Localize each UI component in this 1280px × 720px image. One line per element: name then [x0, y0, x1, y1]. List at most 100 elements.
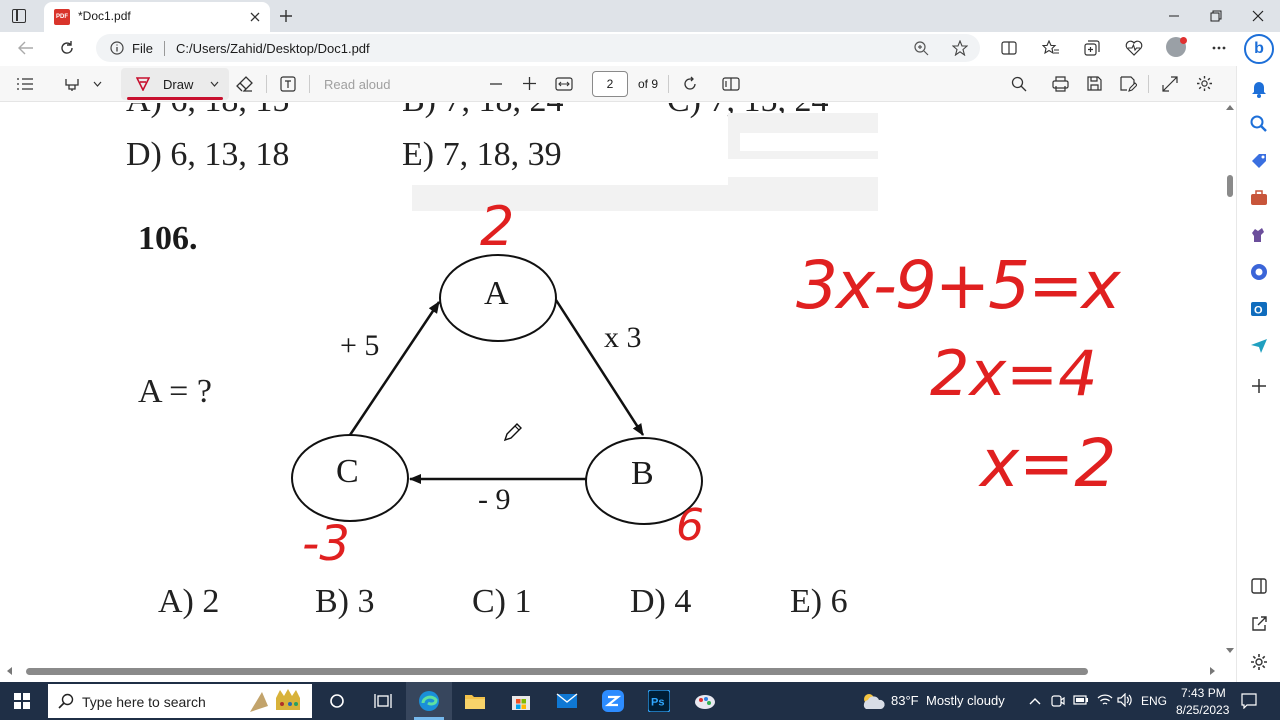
ink-value-b: 6 — [676, 500, 704, 551]
games-icon[interactable] — [1249, 225, 1269, 245]
drawing-app-button[interactable] — [682, 682, 728, 720]
edge-sidebar: O — [1236, 66, 1280, 682]
profile-avatar[interactable] — [1166, 37, 1187, 57]
save-as-icon[interactable] — [1120, 76, 1137, 92]
mail-button[interactable] — [544, 682, 590, 720]
favorites-icon[interactable] — [1042, 40, 1060, 56]
outlook-icon[interactable]: O — [1249, 299, 1269, 319]
tab-actions-icon[interactable] — [12, 9, 26, 23]
bing-chat-icon[interactable]: b — [1244, 34, 1274, 64]
ink-value-c: -3 — [302, 516, 350, 572]
notification-bell-icon[interactable] — [1249, 78, 1269, 98]
highlight-icon[interactable] — [64, 76, 80, 92]
drawing-app-icon — [695, 695, 715, 709]
search-icon[interactable] — [1249, 114, 1269, 134]
horizontal-scroll-thumb[interactable] — [26, 668, 1088, 675]
zoom-in-icon[interactable] — [523, 77, 536, 90]
taskbar-search-box[interactable]: Type here to search — [48, 684, 312, 718]
contents-list-icon[interactable] — [17, 78, 33, 90]
chevron-down-icon[interactable] — [93, 81, 102, 87]
save-icon[interactable] — [1087, 76, 1102, 91]
pen-cursor-icon — [503, 423, 522, 442]
close-window-button[interactable] — [1236, 0, 1280, 32]
clock-time[interactable]: 7:43 PM — [1181, 686, 1226, 700]
language-indicator[interactable]: ENG — [1141, 694, 1167, 708]
cortana-button[interactable] — [314, 682, 360, 720]
minimize-icon — [1169, 15, 1179, 17]
shopping-tag-icon[interactable] — [1249, 151, 1269, 171]
horizontal-scrollbar[interactable] — [0, 663, 1236, 681]
zoom-out-icon[interactable] — [490, 83, 502, 85]
ink-equation-line1: 3x-9+5=x — [796, 247, 1121, 324]
text-box-icon[interactable] — [280, 76, 296, 92]
volume-icon[interactable] — [1117, 693, 1133, 707]
vertical-scrollbar[interactable] — [1224, 103, 1236, 663]
task-view-button[interactable] — [360, 682, 406, 720]
meet-now-icon[interactable] — [1051, 693, 1065, 709]
sidebar-settings-icon[interactable] — [1249, 652, 1269, 672]
answer-b: B) 3 — [315, 583, 375, 620]
scroll-right-icon[interactable] — [1210, 667, 1216, 675]
page-number-input[interactable]: 2 — [592, 71, 628, 97]
scroll-up-icon[interactable] — [1226, 104, 1234, 110]
mail-icon — [556, 693, 578, 708]
scroll-down-icon[interactable] — [1226, 648, 1234, 654]
add-icon[interactable] — [1249, 376, 1269, 396]
info-icon[interactable] — [110, 41, 124, 55]
more-menu-icon[interactable] — [1212, 46, 1226, 50]
weather-temp[interactable]: 83°F — [891, 693, 919, 708]
pdf-viewer[interactable]: A) 6, 18, 15 B) 7, 18, 24 C) 7, 15, 24 D… — [0, 103, 1236, 663]
weather-description[interactable]: Mostly cloudy — [926, 693, 1005, 708]
settings-gear-icon[interactable] — [1196, 75, 1213, 92]
split-screen-icon[interactable] — [1001, 41, 1017, 55]
task-view-icon — [374, 694, 392, 708]
windows-start-icon[interactable] — [14, 693, 30, 709]
rotate-icon[interactable] — [682, 76, 698, 92]
url-box[interactable]: File C:/Users/Zahid/Desktop/Doc1.pdf — [96, 34, 980, 62]
restore-button[interactable] — [1194, 0, 1238, 32]
eraser-icon[interactable] — [236, 76, 253, 92]
send-icon[interactable] — [1249, 336, 1269, 356]
zoom-icon[interactable] — [914, 41, 929, 56]
expand-icon[interactable] — [1162, 76, 1178, 92]
weather-cloud-icon[interactable] — [860, 691, 886, 711]
open-external-icon[interactable] — [1249, 614, 1269, 634]
vertical-scroll-thumb[interactable] — [1227, 175, 1233, 197]
office-icon[interactable] — [1249, 262, 1269, 282]
new-tab-icon[interactable] — [279, 9, 293, 23]
clock-date[interactable]: 8/25/2023 — [1176, 703, 1229, 717]
scroll-left-icon[interactable] — [6, 667, 12, 675]
tools-briefcase-icon[interactable] — [1249, 188, 1269, 208]
collections-icon[interactable] — [1084, 40, 1100, 56]
minimize-button[interactable] — [1152, 0, 1196, 32]
fit-page-icon[interactable] — [555, 77, 573, 91]
close-tab-icon[interactable] — [250, 12, 260, 22]
address-bar: File C:/Users/Zahid/Desktop/Doc1.pdf b — [0, 32, 1280, 65]
svg-text:O: O — [1254, 305, 1263, 317]
photoshop-button[interactable]: Ps — [636, 682, 682, 720]
store-button[interactable] — [498, 682, 544, 720]
file-label: File — [132, 41, 153, 56]
toolbar-divider — [266, 75, 267, 93]
back-icon[interactable] — [18, 41, 34, 55]
battery-icon[interactable] — [1073, 695, 1089, 705]
wifi-icon[interactable] — [1097, 693, 1113, 707]
tab-doc1[interactable]: PDF *Doc1.pdf — [44, 2, 270, 32]
performance-heart-icon[interactable] — [1125, 40, 1143, 56]
refresh-icon[interactable] — [59, 40, 75, 56]
taskbar-edge-button[interactable] — [406, 682, 452, 720]
print-icon[interactable] — [1052, 76, 1069, 92]
notification-center-icon[interactable] — [1241, 693, 1257, 709]
draw-button[interactable]: Draw — [121, 68, 229, 100]
favorite-star-icon[interactable] — [952, 40, 968, 56]
sidebar-layout-icon[interactable] — [1249, 576, 1269, 596]
taskbar-search-placeholder: Type here to search — [82, 694, 206, 710]
read-aloud-button[interactable]: Read aloud — [324, 77, 391, 92]
file-explorer-button[interactable] — [452, 682, 498, 720]
page-view-icon[interactable] — [722, 76, 740, 92]
url-text[interactable]: C:/Users/Zahid/Desktop/Doc1.pdf — [176, 41, 370, 56]
search-icon[interactable] — [1011, 76, 1027, 92]
draw-color-bar — [127, 97, 223, 100]
zoom-app-button[interactable] — [590, 682, 636, 720]
show-hidden-icons-icon[interactable] — [1029, 697, 1041, 705]
